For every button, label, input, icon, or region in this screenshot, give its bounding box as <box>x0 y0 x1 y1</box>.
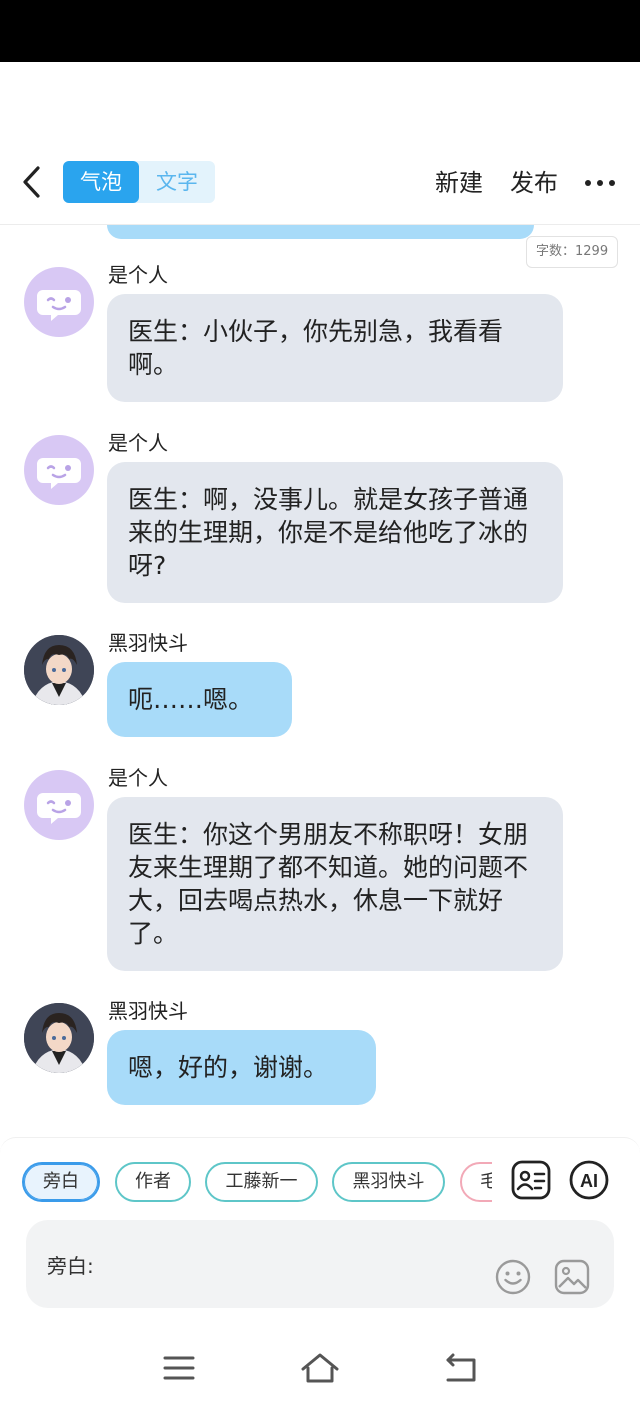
menu-icon <box>163 1356 195 1380</box>
mode-toggle: 气泡 文字 <box>63 161 215 203</box>
role-chip-narrator[interactable]: 旁白 <box>22 1162 100 1202</box>
avatar[interactable] <box>24 635 94 705</box>
message-bubble[interactable]: 医生：你这个男朋友不称职呀！女朋友来生理期了都不知道。她的问题不大，回去喝点热水… <box>107 797 563 971</box>
composer: 旁白 作者 工藤新一 黑羽快斗 毛 AI 旁白: <box>0 1137 640 1334</box>
chat-list[interactable]: 字数：1299 是个人 医生：小伙子，你先别急，我看看啊。 是个人 医生：啊，没… <box>0 225 640 1137</box>
image-icon[interactable] <box>553 1258 591 1296</box>
sender-name: 是个人 <box>108 766 168 790</box>
nav-home-button[interactable] <box>300 1351 340 1385</box>
tab-text[interactable]: 文字 <box>139 161 215 203</box>
anime-character-avatar-icon <box>24 635 94 705</box>
status-bar <box>0 0 640 62</box>
avatar[interactable] <box>24 267 94 337</box>
more-button[interactable] <box>585 178 615 188</box>
home-icon <box>301 1353 339 1383</box>
sender-name: 黑羽快斗 <box>108 631 188 655</box>
bot-bubble-avatar-icon <box>37 793 81 824</box>
message-bubble-partial[interactable] <box>107 225 534 239</box>
return-icon <box>446 1353 476 1382</box>
message-bubble[interactable]: 医生：啊，没事儿。就是女孩子普通来的生理期，你是不是给他吃了冰的呀? <box>107 462 563 603</box>
new-button[interactable]: 新建 <box>435 165 483 201</box>
system-nav-bar <box>0 1333 640 1408</box>
chevron-left-icon <box>23 166 40 198</box>
nav-back-button[interactable] <box>443 1351 483 1385</box>
word-count-badge: 字数：1299 <box>526 236 619 268</box>
back-button[interactable] <box>14 162 54 202</box>
bot-bubble-avatar-icon <box>37 458 81 489</box>
role-chip-kaito[interactable]: 黑羽快斗 <box>332 1162 445 1202</box>
sender-name: 是个人 <box>108 263 168 287</box>
role-card-button[interactable] <box>511 1160 551 1200</box>
bot-bubble-avatar-icon <box>37 290 81 321</box>
ai-button[interactable]: AI <box>569 1160 609 1200</box>
publish-button[interactable]: 发布 <box>510 165 558 201</box>
avatar[interactable] <box>24 1003 94 1073</box>
role-chip-partial[interactable]: 毛 <box>460 1162 492 1202</box>
ai-label: AI <box>580 1171 598 1191</box>
avatar[interactable] <box>24 770 94 840</box>
avatar[interactable] <box>24 435 94 505</box>
sender-name: 黑羽快斗 <box>108 999 188 1023</box>
message-bubble[interactable]: 呃……嗯。 <box>107 662 292 737</box>
ai-circle-icon: AI <box>569 1160 609 1200</box>
message-bubble[interactable]: 医生：小伙子，你先别急，我看看啊。 <box>107 294 563 402</box>
role-chip-kudo[interactable]: 工藤新一 <box>205 1162 318 1202</box>
message-input[interactable]: 旁白: <box>26 1220 614 1308</box>
smiley-icon[interactable] <box>494 1258 532 1296</box>
tab-bubble[interactable]: 气泡 <box>63 161 139 203</box>
role-chip-row[interactable]: 旁白 作者 工藤新一 黑羽快斗 毛 <box>0 1162 492 1202</box>
role-chip-author[interactable]: 作者 <box>115 1162 191 1202</box>
header: 气泡 文字 新建 发布 <box>0 148 640 225</box>
nav-menu-button[interactable] <box>159 1351 199 1385</box>
sender-name: 是个人 <box>108 431 168 455</box>
message-bubble[interactable]: 嗯，好的，谢谢。 <box>107 1030 376 1105</box>
anime-character-avatar-icon <box>24 1003 94 1073</box>
contact-card-icon <box>511 1160 551 1200</box>
input-role-prefix: 旁白: <box>47 1254 94 1278</box>
